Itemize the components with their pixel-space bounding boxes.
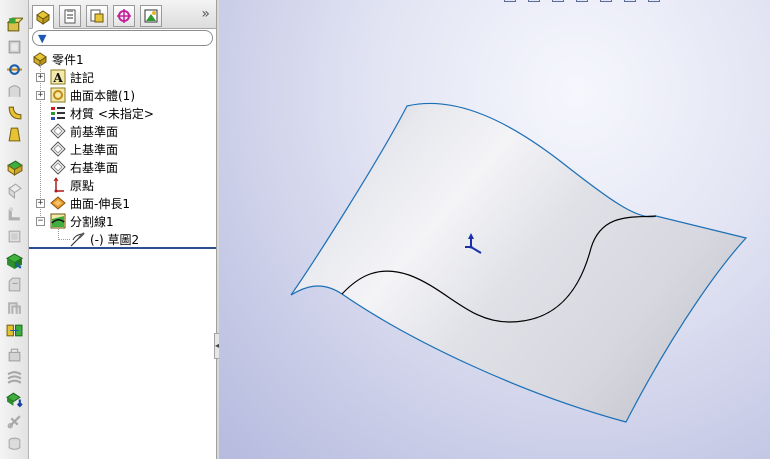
expand-surface-bodies-button[interactable]: + bbox=[36, 91, 45, 100]
annotations-icon: A bbox=[50, 69, 66, 85]
projected-curve-icon[interactable] bbox=[5, 321, 24, 340]
revolved-boss-icon[interactable] bbox=[5, 37, 24, 56]
lofted-boss-icon[interactable] bbox=[5, 81, 24, 100]
surface-extrude-icon bbox=[50, 195, 66, 211]
surface-bodies-icon bbox=[50, 87, 66, 103]
configuration-manager-icon bbox=[90, 9, 104, 23]
tree-item-top-plane[interactable]: 上基準面 bbox=[50, 140, 118, 158]
model-graphics[interactable] bbox=[219, 0, 770, 459]
rollback-bar[interactable] bbox=[29, 247, 216, 249]
move-face-icon[interactable] bbox=[5, 434, 24, 453]
configuration-manager-tab[interactable] bbox=[86, 5, 108, 27]
tree-connector bbox=[58, 239, 70, 240]
tree-item-label: 上基準面 bbox=[70, 142, 119, 157]
tree-item-label: 曲面-伸長1 bbox=[70, 196, 130, 211]
dimxpert-manager-tab[interactable] bbox=[113, 5, 135, 27]
split-line-icon[interactable] bbox=[5, 298, 24, 317]
plane-icon bbox=[50, 159, 66, 175]
tree-item-right-plane[interactable]: 右基準面 bbox=[50, 158, 118, 176]
tree-item-sketch[interactable]: (-) 草圖2 bbox=[70, 230, 139, 248]
display-manager-icon bbox=[144, 9, 158, 23]
expand-surface-extrude-button[interactable]: + bbox=[36, 199, 45, 208]
material-icon bbox=[50, 105, 66, 121]
helix-icon[interactable] bbox=[5, 345, 24, 364]
swept-surface-icon[interactable] bbox=[5, 204, 24, 223]
tree-item-label: 材質 <未指定> bbox=[70, 106, 154, 121]
more-tabs-button[interactable]: » bbox=[201, 6, 210, 22]
tree-item-label: 右基準面 bbox=[70, 160, 119, 175]
fillet-icon[interactable] bbox=[5, 103, 24, 122]
property-manager-icon bbox=[64, 9, 76, 24]
dimxpert-icon bbox=[117, 9, 131, 23]
sketch-icon bbox=[70, 231, 86, 247]
tree-item-front-plane[interactable]: 前基準面 bbox=[50, 122, 118, 140]
origin-icon bbox=[50, 177, 66, 193]
tree-item-surface-extrude[interactable]: 曲面-伸長1 bbox=[50, 194, 130, 212]
offset-surface-icon[interactable] bbox=[5, 252, 24, 271]
tree-item-label: 分割線1 bbox=[70, 214, 114, 229]
property-manager-tab[interactable] bbox=[59, 5, 81, 27]
filter-icon: ▼ bbox=[38, 32, 47, 45]
tree-item-label: (-) 草圖2 bbox=[90, 232, 140, 247]
tree-item-surface-bodies[interactable]: 曲面本體(1) bbox=[50, 86, 135, 104]
collapse-split-line-button[interactable]: − bbox=[36, 217, 45, 226]
feature-manager-icon bbox=[36, 10, 50, 25]
extruded-surface[interactable] bbox=[290, 102, 748, 423]
planar-surface-icon[interactable] bbox=[5, 275, 24, 294]
tree-item-label: 原點 bbox=[70, 178, 95, 193]
rib-icon[interactable] bbox=[5, 125, 24, 144]
swept-boss-icon[interactable] bbox=[5, 59, 24, 78]
split-line-icon bbox=[50, 213, 66, 229]
tree-item-split-line[interactable]: 分割線1 bbox=[50, 212, 114, 230]
tree-item-label: 註記 bbox=[70, 70, 95, 85]
expand-annotations-button[interactable]: + bbox=[36, 73, 45, 82]
feature-manager-panel: » ▼ 零件1 + A 註記 + 曲面本體(1) 材質 <未指定> 前基準面 上… bbox=[29, 0, 216, 459]
feature-manager-tab[interactable] bbox=[32, 5, 54, 29]
thicken-icon[interactable] bbox=[5, 368, 24, 387]
tree-item-label: 前基準面 bbox=[70, 124, 119, 139]
tree-item-origin[interactable]: 原點 bbox=[50, 176, 94, 194]
svg-text:A: A bbox=[52, 71, 63, 85]
features-command-toolbar bbox=[0, 0, 29, 459]
display-manager-tab[interactable] bbox=[140, 5, 162, 27]
tree-item-annotations[interactable]: A 註記 bbox=[50, 68, 94, 86]
extruded-boss-icon[interactable] bbox=[5, 15, 24, 34]
extruded-surface-icon[interactable] bbox=[5, 158, 24, 177]
tree-item-material[interactable]: 材質 <未指定> bbox=[50, 104, 154, 122]
knit-surface-icon[interactable] bbox=[5, 390, 24, 409]
lofted-surface-icon[interactable] bbox=[5, 227, 24, 246]
trim-surface-icon[interactable] bbox=[5, 412, 24, 431]
revolved-surface-icon[interactable] bbox=[5, 181, 24, 200]
tree-item-label: 曲面本體(1) bbox=[70, 88, 135, 103]
plane-icon bbox=[50, 123, 66, 139]
tree-root-label: 零件1 bbox=[52, 52, 84, 67]
tree-filter-input[interactable]: ▼ bbox=[32, 30, 213, 46]
panel-tab-bar: » bbox=[29, 0, 216, 29]
graphics-viewport[interactable] bbox=[219, 0, 770, 459]
plane-icon bbox=[50, 141, 66, 157]
